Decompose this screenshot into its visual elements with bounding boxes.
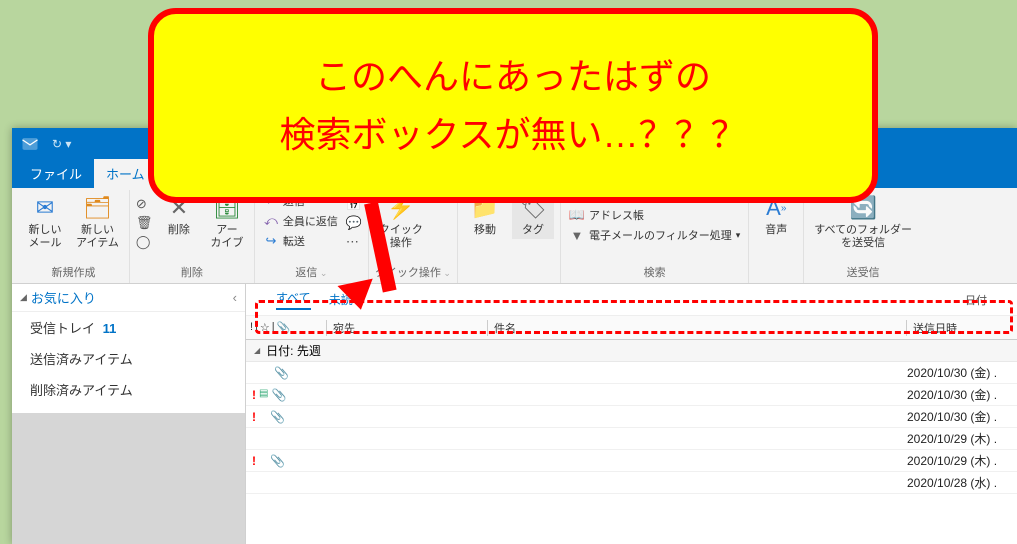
importance-icon: ! xyxy=(252,388,256,402)
junk-icon[interactable]: 🗑 xyxy=(136,215,152,231)
ribbon-group-move-label xyxy=(464,279,554,281)
item-icon: 🗂 xyxy=(83,194,111,222)
outlook-icon xyxy=(20,134,40,154)
new-mail-button[interactable]: ✉ 新しい メール xyxy=(24,192,66,252)
address-book-button[interactable]: 📖アドレス帳 xyxy=(567,206,742,224)
ribbon-group-respond: ↩返信 ⤺全員に返信 ↪転送 📅 💬 ⋯ 返信 xyxy=(255,190,369,283)
cleanup-icon[interactable]: ◯ xyxy=(136,234,152,250)
ribbon-group-move: 📁 移動 🏷 タグ xyxy=(458,190,561,283)
more-respond-icon[interactable]: ⋯ xyxy=(346,234,362,250)
mail-icon: ✉ xyxy=(31,194,59,222)
im-icon[interactable]: 💬 xyxy=(346,215,362,231)
mail-date: 2020/10/29 (木) . xyxy=(907,452,1017,469)
mail-row[interactable]: ! 📎 2020/10/29 (木) . xyxy=(246,450,1017,472)
favorites-header[interactable]: お気に入り ‹ xyxy=(12,284,245,312)
reply-all-button[interactable]: ⤺全員に返信 xyxy=(261,212,340,230)
funnel-icon: ▼ xyxy=(569,227,585,243)
tab-file[interactable]: ファイル xyxy=(18,159,94,188)
nav-placeholder xyxy=(12,413,245,544)
mail-date: 2020/10/30 (金) . xyxy=(907,386,1017,403)
category-icon: ▤ xyxy=(259,388,268,402)
ribbon-group-respond-label: 返信 xyxy=(261,263,362,281)
mail-date: 2020/10/30 (金) . xyxy=(907,408,1017,425)
reply-all-icon: ⤺ xyxy=(263,213,279,229)
collapse-nav-icon[interactable]: ‹ xyxy=(233,290,237,305)
col-importance-icon[interactable]: ! xyxy=(250,321,253,334)
forward-icon: ↪ xyxy=(263,233,279,249)
importance-icon: ! xyxy=(252,454,256,468)
annotation-line-1: このへんにあったはずの xyxy=(315,48,711,106)
mail-rows: 📎2020/10/30 (金) .!▤📎2020/10/30 (金) .!📎20… xyxy=(246,362,1017,494)
annotation-line-2: 検索ボックスが無い…？？？ xyxy=(280,106,747,164)
folder-nav-pane: お気に入り ‹ 受信トレイ 11 送信済みアイテム 削除済みアイテム xyxy=(12,284,246,544)
qat-dropdown[interactable]: ↻ ▾ xyxy=(52,137,71,151)
importance-icon: ! xyxy=(252,410,256,424)
nav-sent[interactable]: 送信済みアイテム xyxy=(12,343,245,374)
mail-date: 2020/10/29 (木) . xyxy=(907,430,1017,447)
mail-date: 2020/10/30 (金) . xyxy=(907,364,1017,381)
attachment-icon: 📎 xyxy=(270,454,285,468)
inbox-count: 11 xyxy=(103,321,117,336)
nav-inbox[interactable]: 受信トレイ 11 xyxy=(12,312,245,343)
mail-row[interactable]: 2020/10/29 (木) . xyxy=(246,428,1017,450)
attachment-icon: 📎 xyxy=(271,388,286,402)
ribbon-group-find-label: 検索 xyxy=(567,263,742,281)
mail-row[interactable]: !▤📎 2020/10/30 (金) . xyxy=(246,384,1017,406)
attachment-icon: 📎 xyxy=(274,366,289,380)
mail-row[interactable]: ! 📎 2020/10/30 (金) . xyxy=(246,406,1017,428)
ribbon-group-new: ✉ 新しい メール 🗂 新しい アイテム 新規作成 xyxy=(18,190,130,283)
ribbon-group-delete: ⊘ 🗑 ◯ ✕ 削除 🗄 アー カイブ 削除 xyxy=(130,190,255,283)
annotation-callout: このへんにあったはずの 検索ボックスが無い…？？？ xyxy=(148,8,878,203)
ribbon-group-delete-label: 削除 xyxy=(136,263,248,281)
ignore-icon[interactable]: ⊘ xyxy=(136,196,152,212)
attachment-icon: 📎 xyxy=(270,410,285,424)
mail-date: 2020/10/28 (水) . xyxy=(907,474,1017,491)
group-last-week[interactable]: 日付: 先週 xyxy=(246,340,1017,362)
ribbon-group-find: 📖アドレス帳 ▼電子メールのフィルター処理 ▾ 検索 xyxy=(561,190,749,283)
mail-row[interactable]: 📎 2020/10/30 (金) . xyxy=(246,362,1017,384)
ribbon-group-sendreceive-label: 送受信 xyxy=(810,263,916,281)
ribbon-group-sendreceive: 🔄 すべてのフォルダー を送受信 送受信 xyxy=(804,190,922,283)
ribbon-group-voice-label xyxy=(755,279,797,281)
ribbon-group-new-label: 新規作成 xyxy=(24,263,123,281)
forward-button[interactable]: ↪転送 xyxy=(261,232,340,250)
address-book-icon: 📖 xyxy=(569,207,585,223)
new-item-button[interactable]: 🗂 新しい アイテム xyxy=(72,192,123,252)
nav-deleted[interactable]: 削除済みアイテム xyxy=(12,374,245,405)
delete-mini-icons: ⊘ 🗑 ◯ xyxy=(136,192,152,250)
filter-email-button[interactable]: ▼電子メールのフィルター処理 ▾ xyxy=(567,226,742,244)
ribbon-group-voice: A» 音声 xyxy=(749,190,804,283)
mail-row[interactable]: 2020/10/28 (水) . xyxy=(246,472,1017,494)
